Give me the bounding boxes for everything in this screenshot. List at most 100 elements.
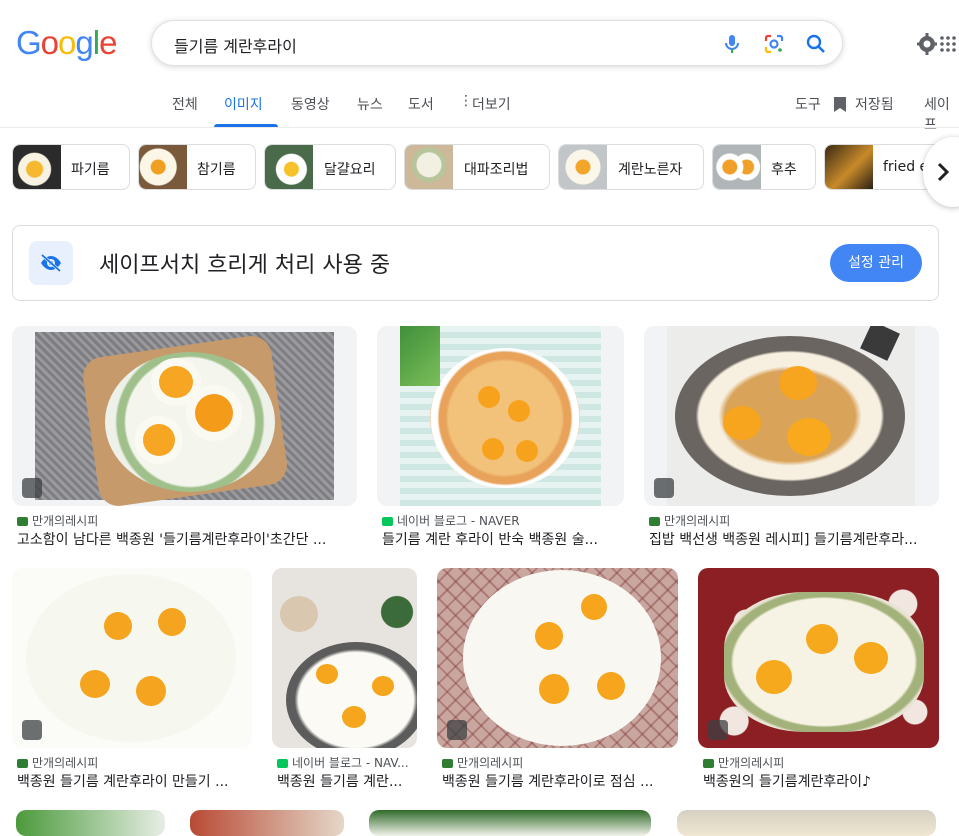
google-logo[interactable]: Google <box>16 24 117 61</box>
tab-more[interactable]: 더보기 <box>472 94 511 114</box>
plate <box>26 574 236 742</box>
chip-label: 대파조리법 <box>464 162 529 178</box>
safesearch-message: 세이프서치 흐리게 처리 사용 중 <box>99 253 391 278</box>
chip-label: 후추 <box>771 162 797 178</box>
egg-yolk <box>104 612 132 640</box>
egg-yolk <box>516 440 538 462</box>
tools-button[interactable]: 도구 <box>795 94 821 114</box>
chip-filter[interactable]: 파기름 <box>12 144 130 190</box>
egg-yolk <box>854 642 888 674</box>
result-source: 만개의레시피 <box>442 754 678 771</box>
result-title[interactable]: 들기름 계란 후라이 반숙 백종원 술... <box>382 529 624 549</box>
chip-thumbnail <box>825 145 873 189</box>
image-result-thumbnail[interactable] <box>677 810 936 836</box>
image-result-thumbnail[interactable] <box>437 568 678 748</box>
fried-eggs <box>724 592 924 732</box>
image-result-thumbnail[interactable] <box>16 810 165 836</box>
image-result-thumbnail[interactable] <box>369 810 651 836</box>
result-title[interactable]: 백종원의 들기름계란후라이♪ <box>703 771 939 791</box>
placemat <box>35 332 334 506</box>
search-input[interactable]: 들기름 계란후라이 <box>174 33 297 57</box>
chip-filter[interactable]: 대파조리법 <box>404 144 550 190</box>
google-lens-icon[interactable] <box>762 32 786 56</box>
saved-button[interactable]: 저장됨 <box>855 94 894 114</box>
site-favicon <box>277 759 288 768</box>
image-result-thumbnail[interactable] <box>698 568 939 748</box>
recipe-badge-icon <box>708 720 728 740</box>
egg-yolk <box>539 674 569 704</box>
logo-letter: o <box>40 24 59 61</box>
tab-videos[interactable]: 동영상 <box>291 94 330 114</box>
chevron-right-icon <box>937 162 950 182</box>
egg-yolk <box>478 386 500 408</box>
site-favicon <box>17 517 28 526</box>
chip-label: 참기름 <box>197 162 236 178</box>
image-result-thumbnail[interactable] <box>12 568 252 748</box>
chip-filter[interactable]: 계란노른자 <box>558 144 704 190</box>
result-title[interactable]: 집밥 백선생 백종원 레시피] 들기름계란후라... <box>649 529 939 549</box>
recipe-badge-icon <box>22 720 42 740</box>
recipe-badge-icon <box>654 478 674 498</box>
chip-thumbnail <box>139 145 187 189</box>
recipe-badge-icon <box>22 478 42 498</box>
egg-yolk <box>195 394 233 432</box>
egg-yolk <box>806 624 838 654</box>
egg-yolk <box>508 400 530 422</box>
search-box[interactable]: 들기름 계란후라이 <box>151 20 843 66</box>
tablecloth <box>400 326 601 506</box>
result-title[interactable]: 백종원 들기름 계란... <box>277 771 417 791</box>
safesearch-menu[interactable]: 세이프 <box>924 94 959 134</box>
plant-leaf <box>372 582 417 642</box>
result-source: 만개의레시피 <box>649 512 939 529</box>
egg-yolk <box>372 676 394 696</box>
side-bowl <box>280 596 318 632</box>
photo-background <box>667 326 915 506</box>
chip-label: fried e <box>883 159 929 175</box>
tab-books[interactable]: 도서 <box>408 94 434 114</box>
chip-thumbnail <box>265 145 313 189</box>
result-source: 만개의레시피 <box>17 512 357 529</box>
image-result-thumbnail[interactable] <box>377 326 624 506</box>
tab-all[interactable]: 전체 <box>172 94 198 114</box>
plant-leaf <box>400 326 440 386</box>
image-result-thumbnail[interactable] <box>12 326 357 506</box>
bookmark-icon <box>834 97 846 112</box>
chip-label: 파기름 <box>71 162 110 178</box>
result-title[interactable]: 백종원 들기름 계란후라이 만들기 ... <box>17 771 252 791</box>
chip-filter[interactable]: 후추 <box>712 144 816 190</box>
logo-letter: e <box>99 24 117 61</box>
tab-images[interactable]: 이미지 <box>224 94 263 114</box>
settings-gear-icon[interactable] <box>917 33 957 55</box>
search-icon[interactable] <box>804 32 828 56</box>
logo-letter: o <box>58 24 76 61</box>
site-favicon <box>382 517 393 526</box>
chip-thumbnail <box>13 145 61 189</box>
more-vert-icon: ⋮ <box>459 93 473 109</box>
eye-off-icon <box>41 253 61 273</box>
frying-pan <box>675 336 905 496</box>
site-favicon <box>442 759 453 768</box>
recipe-badge-icon <box>447 720 467 740</box>
result-source: 네이버 블로그 - NAV... <box>277 754 417 771</box>
egg-yolk <box>159 366 193 398</box>
image-result-thumbnail[interactable] <box>190 810 344 836</box>
tab-news[interactable]: 뉴스 <box>357 94 383 114</box>
site-favicon <box>703 759 714 768</box>
result-source: 만개의레시피 <box>17 754 252 771</box>
chip-thumbnail <box>559 145 607 189</box>
result-title[interactable]: 백종원 들기름 계란후라이로 점심 ... <box>442 771 678 791</box>
chip-filter[interactable]: 참기름 <box>138 144 256 190</box>
egg-yolk <box>535 622 563 650</box>
result-title[interactable]: 고소함이 남다른 백종원 '들기름계란후라이'초간단 ... <box>17 529 357 549</box>
header-divider <box>0 127 959 128</box>
egg-yolk <box>723 406 761 440</box>
microphone-icon[interactable] <box>720 32 744 56</box>
image-result-thumbnail[interactable] <box>272 568 417 748</box>
chip-thumbnail <box>405 145 453 189</box>
frying-pan <box>463 570 661 746</box>
manage-settings-button[interactable]: 설정 관리 <box>830 244 922 282</box>
chip-filter[interactable]: 달걀요리 <box>264 144 396 190</box>
image-result-thumbnail[interactable] <box>644 326 939 506</box>
egg-yolk <box>342 706 366 728</box>
egg-yolk <box>581 594 607 620</box>
